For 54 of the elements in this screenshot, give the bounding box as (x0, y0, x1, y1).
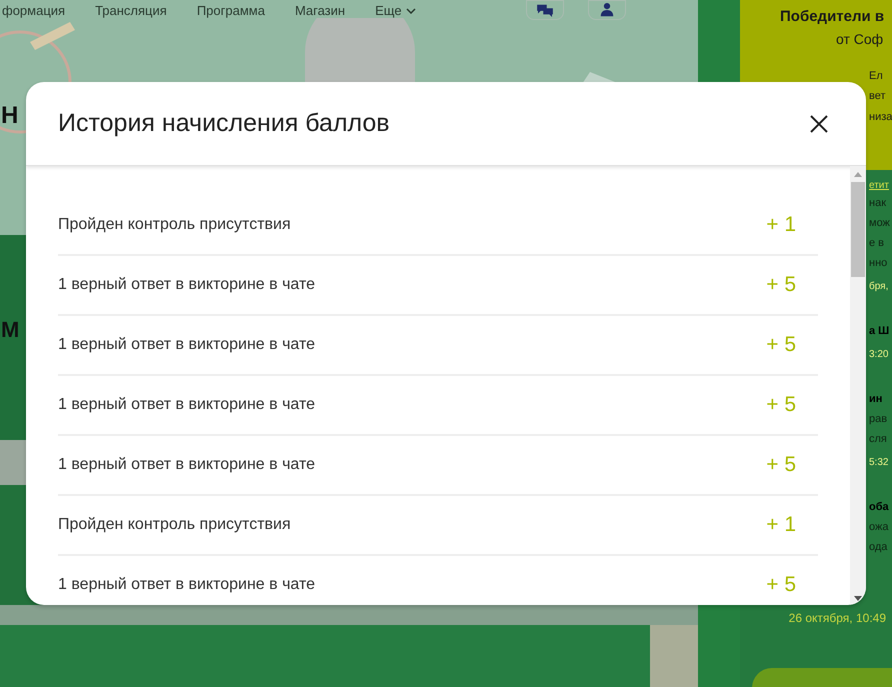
message-text: е в (869, 236, 884, 251)
close-button[interactable] (808, 112, 830, 134)
message-text: сля (869, 432, 887, 447)
entry-label: 1 верный ответ в викторине в чате (58, 455, 316, 475)
message-author: а Ш (869, 324, 890, 339)
message-text: рав (869, 412, 888, 427)
scrollbar[interactable] (850, 166, 866, 605)
message-time: бря, (869, 280, 888, 294)
entry-points: + 5 (766, 332, 796, 358)
nav-link[interactable]: Магазин (294, 1, 346, 20)
scrollbar-thumb[interactable] (851, 182, 865, 277)
banner-heading: Н (1, 101, 18, 131)
dialog-title: История начисления баллов (58, 108, 390, 139)
entry-label: 1 верный ответ в викторине в чате (58, 575, 316, 595)
message-time: 5:32 (869, 456, 888, 470)
entry-label: 1 верный ответ в викторине в чате (58, 335, 316, 355)
card-subtitle: от Соф (836, 30, 884, 49)
nav-link[interactable]: Трансляция (95, 1, 167, 20)
card-text: вет (869, 89, 887, 104)
close-icon (810, 114, 828, 132)
card-title: Победители в (780, 7, 886, 27)
entry-label: 1 верный ответ в викторине в чате (58, 275, 316, 295)
message-text: нно (869, 256, 888, 271)
scroll-down-icon (854, 596, 862, 601)
message-time: 3:20 (869, 348, 888, 362)
message-text: ожа (869, 520, 888, 535)
entry-points: + 1 (766, 212, 796, 238)
message-text: ода (869, 540, 888, 555)
nav-link[interactable]: Еще (375, 1, 416, 20)
user-button[interactable] (588, 0, 626, 20)
message-text: мож (869, 216, 890, 231)
chat-button[interactable] (526, 0, 564, 20)
message-text: нак (869, 196, 886, 211)
message-author: оба (869, 500, 889, 515)
user-icon (600, 3, 614, 17)
message-author: ин (869, 392, 882, 407)
banner-subheading: М (1, 316, 20, 344)
message-time: 26 октября, 10:49 (788, 610, 886, 627)
entry-points: + 5 (766, 572, 796, 598)
scroll-up-icon (854, 172, 862, 177)
entry-points: + 5 (766, 392, 796, 418)
chat-link[interactable]: етит (869, 178, 889, 193)
card-text: Ел (869, 68, 884, 84)
chat-icon (534, 3, 555, 17)
entry-points: + 5 (766, 452, 796, 478)
nav-link[interactable]: Программа (196, 1, 265, 20)
entry-label: Пройден контроль присутствия (58, 515, 291, 535)
entry-points: + 5 (766, 272, 796, 298)
entry-label: 1 верный ответ в викторине в чате (58, 395, 316, 415)
nav-link[interactable]: формация (2, 1, 66, 20)
entry-points: + 1 (766, 512, 796, 538)
card-text: низа (869, 110, 892, 124)
entry-label: Пройден контроль присутствия (58, 215, 291, 235)
caret-icon (406, 8, 416, 14)
